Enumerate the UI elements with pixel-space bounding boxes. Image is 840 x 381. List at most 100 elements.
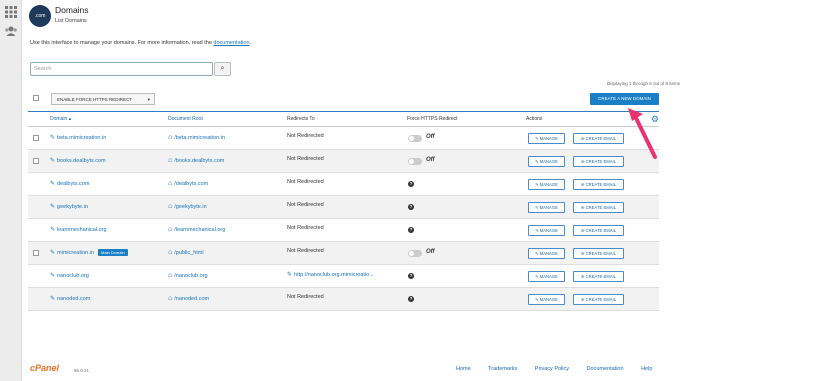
docroot-cell[interactable]: ⌂/dealbyts.com xyxy=(168,180,208,187)
https-redirect-toggle[interactable] xyxy=(408,135,422,142)
create-email-button[interactable]: ✉ CREATE EMAIL xyxy=(573,202,624,213)
description-end: . xyxy=(249,40,252,46)
docroot-cell[interactable]: ⌂/beta.mimicreation.in xyxy=(168,134,225,141)
docroot-cell[interactable]: ⌂/books.dealbyts.com xyxy=(168,157,224,164)
redirect-status: Not Redirected xyxy=(287,248,324,254)
domain-cell[interactable]: ✎ learnmechanical.org xyxy=(50,226,107,233)
domain-cell[interactable]: ✎ books.dealbyts.com xyxy=(50,157,106,164)
manage-button[interactable]: ✎ MANAGE xyxy=(528,294,565,305)
manage-button[interactable]: ✎ MANAGE xyxy=(528,248,565,259)
docroot-link[interactable]: /public_html xyxy=(174,250,203,256)
row-checkbox[interactable] xyxy=(33,250,39,256)
search-button[interactable]: ⌕ xyxy=(214,62,231,76)
help-icon[interactable]: ? xyxy=(408,273,414,279)
domain-link[interactable]: beta.mimicreation.in xyxy=(57,135,106,141)
manage-button[interactable]: ✎ MANAGE xyxy=(528,202,565,213)
create-email-button[interactable]: ✉ CREATE EMAIL xyxy=(573,271,624,282)
home-icon: ⌂ xyxy=(168,272,173,279)
search-icon: ⌕ xyxy=(220,65,225,72)
home-icon: ⌂ xyxy=(168,203,173,210)
create-email-button[interactable]: ✉ CREATE EMAIL xyxy=(573,225,624,236)
manage-button[interactable]: ✎ MANAGE xyxy=(528,271,565,282)
column-header-docroot[interactable]: Document Root xyxy=(168,116,203,122)
redirect-cell[interactable]: ✎ http://nanoclub.org.mimicreatio... xyxy=(287,271,374,278)
docroot-cell[interactable]: ⌂/nanoclub.org xyxy=(168,272,208,279)
search-input[interactable]: Search xyxy=(30,62,213,76)
domain-link[interactable]: geekybyte.in xyxy=(57,204,88,210)
footer-link-help[interactable]: Help xyxy=(641,366,652,372)
docroot-cell[interactable]: ⌂/public_html xyxy=(168,249,204,256)
manage-button[interactable]: ✎ MANAGE xyxy=(528,179,565,190)
domain-link[interactable]: nanoclub.org xyxy=(57,273,89,279)
column-header-domain[interactable]: Domain ▴ xyxy=(50,116,71,122)
create-domain-button[interactable]: CREATE A NEW DOMAIN xyxy=(590,93,659,105)
https-redirect-toggle[interactable] xyxy=(408,158,422,165)
docroot-cell[interactable]: ⌂/nanoded.com xyxy=(168,295,209,302)
help-icon[interactable]: ? xyxy=(408,181,414,187)
table-row: ✎ beta.mimicreation.in ⌂/beta.mimicreation… xyxy=(28,127,659,150)
docroot-link[interactable]: /geekybyte.in xyxy=(174,204,206,210)
table-row: ✎ nanoded.com ⌂/nanoded.com Not Redirected?… xyxy=(28,288,659,311)
domain-cell[interactable]: ✎ beta.mimicreation.in xyxy=(50,134,106,141)
domain-link[interactable]: mimicreation.in xyxy=(57,250,94,256)
domain-link[interactable]: nanoded.com xyxy=(57,296,90,302)
docroot-link[interactable]: /dealbyts.com xyxy=(174,181,208,187)
description-text: Use this interface to manage your domain… xyxy=(30,40,214,46)
manage-button[interactable]: ✎ MANAGE xyxy=(528,133,565,144)
users-icon[interactable] xyxy=(4,24,18,38)
redirect-status: Not Redirected xyxy=(287,225,324,231)
domain-link[interactable]: dealbyts.com xyxy=(57,181,89,187)
footer-link-privacy[interactable]: Privacy Policy xyxy=(535,366,569,372)
table-row: ✎ learnmechanical.org ⌂/learnmechanical.or… xyxy=(28,219,659,242)
gear-icon[interactable]: ⚙ xyxy=(651,114,659,125)
select-all-checkbox[interactable] xyxy=(33,95,39,101)
home-icon: ⌂ xyxy=(168,249,173,256)
docroot-link[interactable]: /nanoclub.org xyxy=(174,273,207,279)
docroot-link[interactable]: /learnmechanical.org xyxy=(174,227,225,233)
help-icon[interactable]: ? xyxy=(408,204,414,210)
create-email-button[interactable]: ✉ CREATE EMAIL xyxy=(573,294,624,305)
domain-cell[interactable]: ✎ dealbyts.com xyxy=(50,180,89,187)
row-checkbox[interactable] xyxy=(33,158,39,164)
footer-links: Home Trademarks Privacy Policy Documenta… xyxy=(456,366,668,372)
help-icon[interactable]: ? xyxy=(408,227,414,233)
footer-link-trademarks[interactable]: Trademarks xyxy=(488,366,517,372)
domain-cell[interactable]: ✎ nanoclub.org xyxy=(50,272,89,279)
domain-cell[interactable]: ✎ nanoded.com xyxy=(50,295,90,302)
help-icon[interactable]: ? xyxy=(408,296,414,302)
edit-icon: ✎ xyxy=(50,227,56,233)
edit-icon: ✎ xyxy=(50,250,56,256)
create-email-button[interactable]: ✉ CREATE EMAIL xyxy=(573,156,624,167)
manage-button[interactable]: ✎ MANAGE xyxy=(528,225,565,236)
create-email-button[interactable]: ✉ CREATE EMAIL xyxy=(573,133,624,144)
create-email-button[interactable]: ✉ CREATE EMAIL xyxy=(573,179,624,190)
domain-link[interactable]: books.dealbyts.com xyxy=(57,158,106,164)
docroot-link[interactable]: /books.dealbyts.com xyxy=(174,158,224,164)
domain-cell[interactable]: ✎ mimicreation.in Main Domain xyxy=(50,249,128,257)
create-email-button[interactable]: ✉ CREATE EMAIL xyxy=(573,248,624,259)
chevron-down-icon: ▾ xyxy=(147,97,150,102)
table-row: ✎ nanoclub.org ⌂/nanoclub.org ✎ http://nanoc… xyxy=(28,265,659,288)
toggle-state-label: Off xyxy=(426,134,435,140)
redirect-link[interactable]: http://nanoclub.org.mimicreatio... xyxy=(294,272,374,278)
domain-link[interactable]: learnmechanical.org xyxy=(57,227,107,233)
row-checkbox[interactable] xyxy=(33,135,39,141)
documentation-link[interactable]: documentation xyxy=(213,40,249,46)
table-header: Domain ▴ Document Root Redirects To Forc… xyxy=(28,111,659,127)
footer-link-home[interactable]: Home xyxy=(456,366,471,372)
edit-icon: ✎ xyxy=(50,273,56,279)
grid-icon[interactable] xyxy=(4,5,18,19)
bulk-action-dropdown[interactable]: ENABLE FORCE HTTPS REDIRECT ▾ xyxy=(51,93,155,105)
manage-button[interactable]: ✎ MANAGE xyxy=(528,156,565,167)
docroot-cell[interactable]: ⌂/learnmechanical.org xyxy=(168,226,225,233)
docroot-link[interactable]: /nanoded.com xyxy=(174,296,209,302)
page-title: Domains xyxy=(55,5,89,15)
pagination-info: Displaying 1 through 8 out of 8 items xyxy=(606,81,680,86)
redirect-status: Not Redirected xyxy=(287,179,324,185)
footer-link-documentation[interactable]: Documentation xyxy=(587,366,624,372)
domain-cell[interactable]: ✎ geekybyte.in xyxy=(50,203,88,210)
https-redirect-toggle[interactable] xyxy=(408,250,422,257)
docroot-link[interactable]: /beta.mimicreation.in xyxy=(174,135,225,141)
docroot-cell[interactable]: ⌂/geekybyte.in xyxy=(168,203,207,210)
table-body: ✎ beta.mimicreation.in ⌂/beta.mimicreation… xyxy=(28,127,659,311)
